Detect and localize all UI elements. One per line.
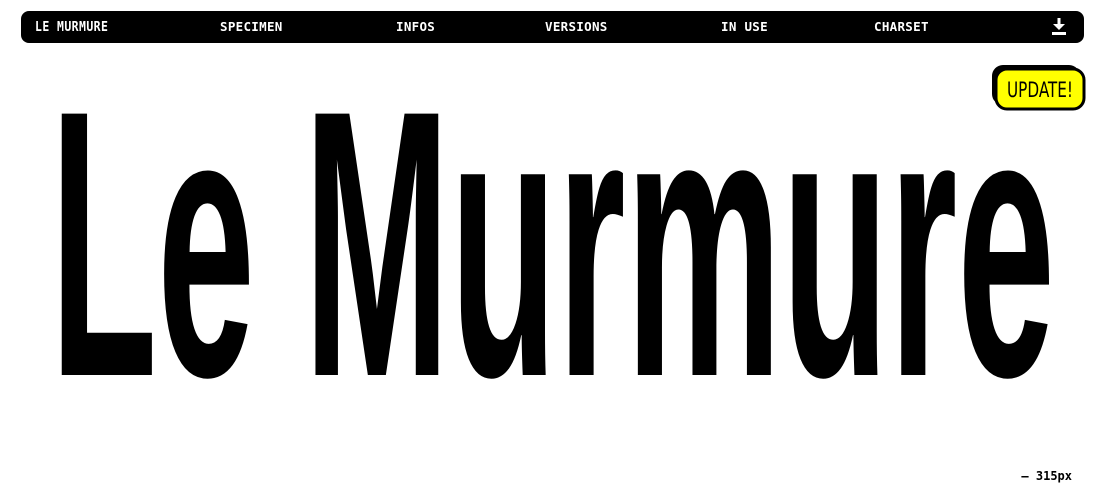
nav-link-infos[interactable]: INFOS xyxy=(396,11,435,43)
page: LE MURMURE SPECIMEN INFOS VERSIONS IN US… xyxy=(0,0,1100,492)
nav-link-specimen[interactable]: SPECIMEN xyxy=(220,11,283,43)
hero-specimen: Le Murmure xyxy=(50,92,1060,382)
download-icon[interactable] xyxy=(1051,18,1067,36)
size-indicator: — 315px xyxy=(1021,469,1072,483)
update-badge[interactable]: UPDATE! xyxy=(991,64,1087,112)
hero-title: Le Murmure xyxy=(50,92,1055,382)
nav-link-versions[interactable]: VERSIONS xyxy=(545,11,608,43)
hero-title-text: Le Murmure xyxy=(50,92,1055,382)
top-navbar: LE MURMURE SPECIMEN INFOS VERSIONS IN US… xyxy=(21,11,1084,43)
nav-link-charset[interactable]: CHARSET xyxy=(874,11,929,43)
update-badge-label: UPDATE! xyxy=(1007,78,1073,102)
brand-logo-link[interactable]: LE MURMURE xyxy=(35,11,108,43)
nav-link-in-use[interactable]: IN USE xyxy=(721,11,768,43)
